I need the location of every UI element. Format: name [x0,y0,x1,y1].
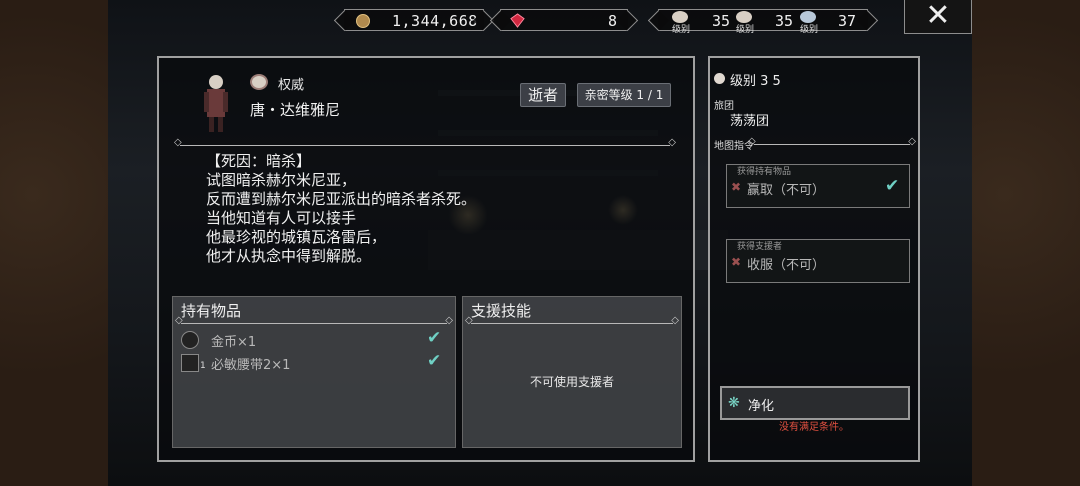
money-value: 1,344,668 [392,12,478,30]
header-divider [174,137,676,148]
item-label: 金币×1 [211,335,257,350]
level-counter: 级别 35 级别 35 级别 37 [658,9,868,35]
check-icon: ✔ [885,176,900,196]
gem-counter: 8 [500,9,628,31]
rank-label: 权威 [278,78,305,93]
condition-warning: 没有满足条件。 [779,422,849,433]
story-line: 他才从执念中得到解脱。 [206,247,372,265]
coin-icon [356,14,370,28]
support-title: 支援技能 [471,302,532,320]
level-label: 级别 3 5 [730,74,781,89]
inventory-panel: 持有物品 金币×1 ✔ 1 必敏腰带2×1 ✔ [172,296,456,448]
lock-icon: ✖ [731,180,742,194]
inventory-title: 持有物品 [181,302,242,320]
level-b-label: 级别 [736,25,755,35]
command-text: 收服（不可） [747,258,826,273]
story-line: 当他知道有人可以接手 [206,209,357,227]
win-item-command[interactable]: 获得持有物品 ✖ 赢取（不可） ✔ [726,164,910,208]
command-text: 赢取（不可） [747,183,826,198]
command-tag: 获得支援者 [737,242,783,252]
red-gem-icon [510,13,525,28]
status-badge: 逝者 [520,83,566,107]
recruit-command[interactable]: 获得支援者 ✖ 收服（不可） [726,239,910,283]
map-command-divider [748,136,916,147]
character-portrait [204,75,228,132]
level-a-value: 35 [712,12,731,30]
no-support-message: 不可使用支援者 [529,375,614,389]
purify-icon: ❋ [728,395,740,411]
item-label: 必敏腰带2×1 [211,358,291,373]
list-item[interactable]: 金币×1 ✔ [181,328,443,351]
command-tag: 获得持有物品 [737,167,792,177]
purify-label: 净化 [748,399,775,414]
check-icon: ✔ [427,351,442,371]
close-icon: ✕ [925,0,951,33]
story-line: 试图暗杀赫尔米尼亚， [206,171,357,189]
support-divider [465,315,679,326]
rank-icon [250,74,268,90]
inventory-divider [175,315,453,326]
purify-button[interactable]: ❋ 净化 [720,386,910,420]
right-margin [972,0,1080,486]
money-counter: 1,344,668 [344,9,484,31]
lock-icon: ✖ [731,255,742,269]
story-line: 【死因：暗杀】 [206,152,312,170]
item-count-badge: 1 [200,361,206,371]
level-c-label: 级别 [800,25,819,35]
list-item[interactable]: 1 必敏腰带2×1 ✔ [181,351,443,374]
story-line: 他最珍视的城镇瓦洛雷后， [206,228,387,246]
party-name: 荡荡团 [730,114,770,129]
close-button[interactable]: ✕ [904,0,972,34]
check-icon: ✔ [427,328,442,348]
story-text: 【死因：暗杀】 试图暗杀赫尔米尼亚， 反而遭到赫尔米尼亚派出的暗杀者杀死。 当他… [206,152,476,266]
gem-value: 8 [608,12,618,30]
level-a-label: 级别 [672,25,691,35]
belt-item-icon [181,354,199,372]
support-panel: 支援技能 不可使用支援者 [462,296,682,448]
intimacy-badge: 亲密等级 1 / 1 [577,83,671,107]
left-margin [0,0,108,486]
character-name: 唐・达维雅尼 [250,101,341,119]
story-line: 反而遭到赫尔米尼亚派出的暗杀者杀死。 [206,190,477,208]
coin-item-icon [181,331,199,349]
level-c-value: 37 [838,12,857,30]
skull-icon [714,73,725,84]
level-b-value: 35 [775,12,794,30]
